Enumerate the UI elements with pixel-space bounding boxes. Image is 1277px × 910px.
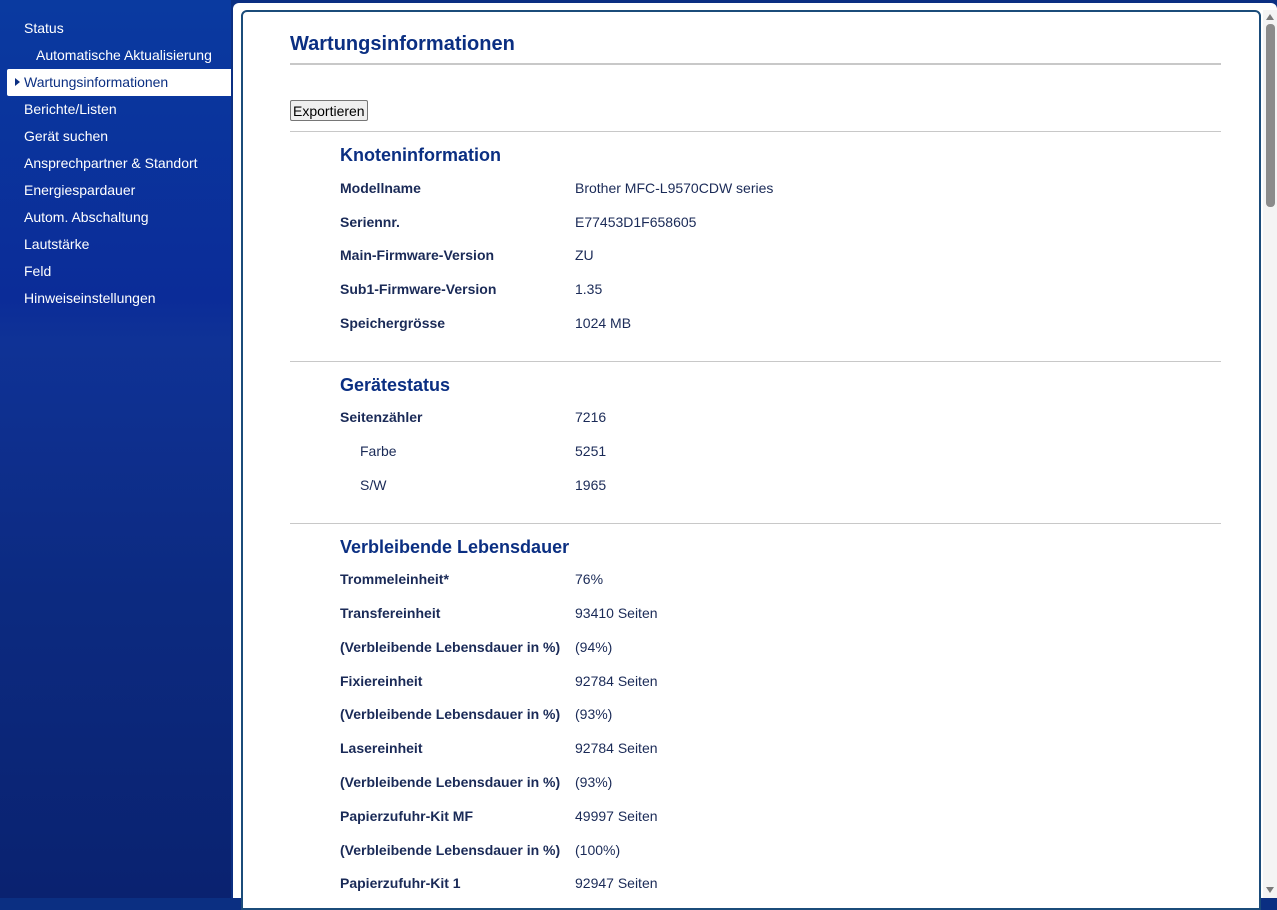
row-label-paper-feed-mf: Papierzufuhr-Kit MF [340,808,473,824]
row-label-transfer: Transfereinheit [340,605,441,621]
row-label-paper-feed-1: Papierzufuhr-Kit 1 [340,875,461,891]
row-value-serial: E77453D1F658605 [575,214,697,230]
row-value-model-name: Brother MFC-L9570CDW series [575,180,774,196]
row-value-transfer-percent: (94%) [575,639,613,655]
sidebar-item-find-device[interactable]: Gerät suchen [24,127,108,145]
row-value-drum: 76% [575,571,604,587]
row-label-memory: Speichergrösse [340,315,446,331]
scrollbar-thumb[interactable] [1266,24,1275,207]
export-button[interactable]: Exportieren [290,100,368,121]
row-label-drum: Trommeleinheit* [340,571,449,587]
scroll-down-arrow-icon[interactable] [1266,887,1274,893]
row-label-paper-feed-mf-percent: (Verbleibende Lebensdauer in %) [340,842,561,858]
sidebar-item-contact-location[interactable]: Ansprechpartner & Standort [24,154,198,172]
row-value-sub1-firmware: 1.35 [575,281,603,297]
sidebar-item-maintenance-info[interactable]: Wartungsinformationen [24,73,168,91]
sidebar-item-panel[interactable]: Feld [24,262,51,280]
row-label-page-counter: Seitenzähler [340,409,423,425]
sidebar-item-reports[interactable]: Berichte/Listen [24,100,117,118]
row-value-page-counter: 7216 [575,409,607,425]
row-label-color: Farbe [360,443,397,459]
sidebar-item-volume[interactable]: Lautstärke [24,235,89,253]
row-label-laser-percent: (Verbleibende Lebensdauer in %) [340,774,561,790]
section-divider [290,361,1221,362]
row-label-transfer-percent: (Verbleibende Lebensdauer in %) [340,639,561,655]
row-label-model-name: Modellname [340,180,421,196]
row-label-laser: Lasereinheit [340,740,423,756]
row-value-fuser-percent: (93%) [575,706,613,722]
scroll-up-arrow-icon[interactable] [1266,14,1274,20]
sidebar-item-auto-power-off[interactable]: Autom. Abschaltung [24,208,149,226]
row-value-laser: 92784 Seiten [575,740,658,756]
title-divider [290,63,1221,65]
sidebar: Status Automatische Aktualisierung Wartu… [0,0,231,898]
row-label-fuser: Fixiereinheit [340,673,423,689]
section-title-device-status: Gerätestatus [340,375,451,395]
row-label-sub1-firmware: Sub1-Firmware-Version [340,281,497,297]
row-value-laser-percent: (93%) [575,774,613,790]
row-label-fuser-percent: (Verbleibende Lebensdauer in %) [340,706,561,722]
row-value-fuser: 92784 Seiten [575,673,658,689]
row-value-memory: 1024 MB [575,315,632,331]
section-title-node-info: Knoteninformation [340,145,501,165]
row-value-paper-feed-mf: 49997 Seiten [575,808,658,824]
row-value-transfer: 93410 Seiten [575,605,658,621]
row-label-main-firmware: Main-Firmware-Version [340,247,495,263]
row-value-paper-feed-1: 92947 Seiten [575,875,658,891]
row-value-paper-feed-mf-percent: (100%) [575,842,621,858]
sidebar-item-status[interactable]: Status [24,19,64,37]
row-value-color: 5251 [575,443,607,459]
section-title-remaining-life: Verbleibende Lebensdauer [340,537,570,557]
row-label-serial: Seriennr. [340,214,400,230]
sidebar-item-automatic-update[interactable]: Automatische Aktualisierung [36,46,212,64]
row-label-bw: S/W [360,477,387,493]
section-divider [290,523,1221,524]
page-title: Wartungsinformationen [290,33,515,55]
section-divider [290,131,1221,132]
sidebar-item-sleep-time[interactable]: Energiespardauer [24,181,135,199]
row-value-main-firmware: ZU [575,247,594,263]
sidebar-item-notification-settings[interactable]: Hinweiseinstellungen [24,289,156,307]
caret-right-icon [15,78,20,86]
row-value-bw: 1965 [575,477,607,493]
